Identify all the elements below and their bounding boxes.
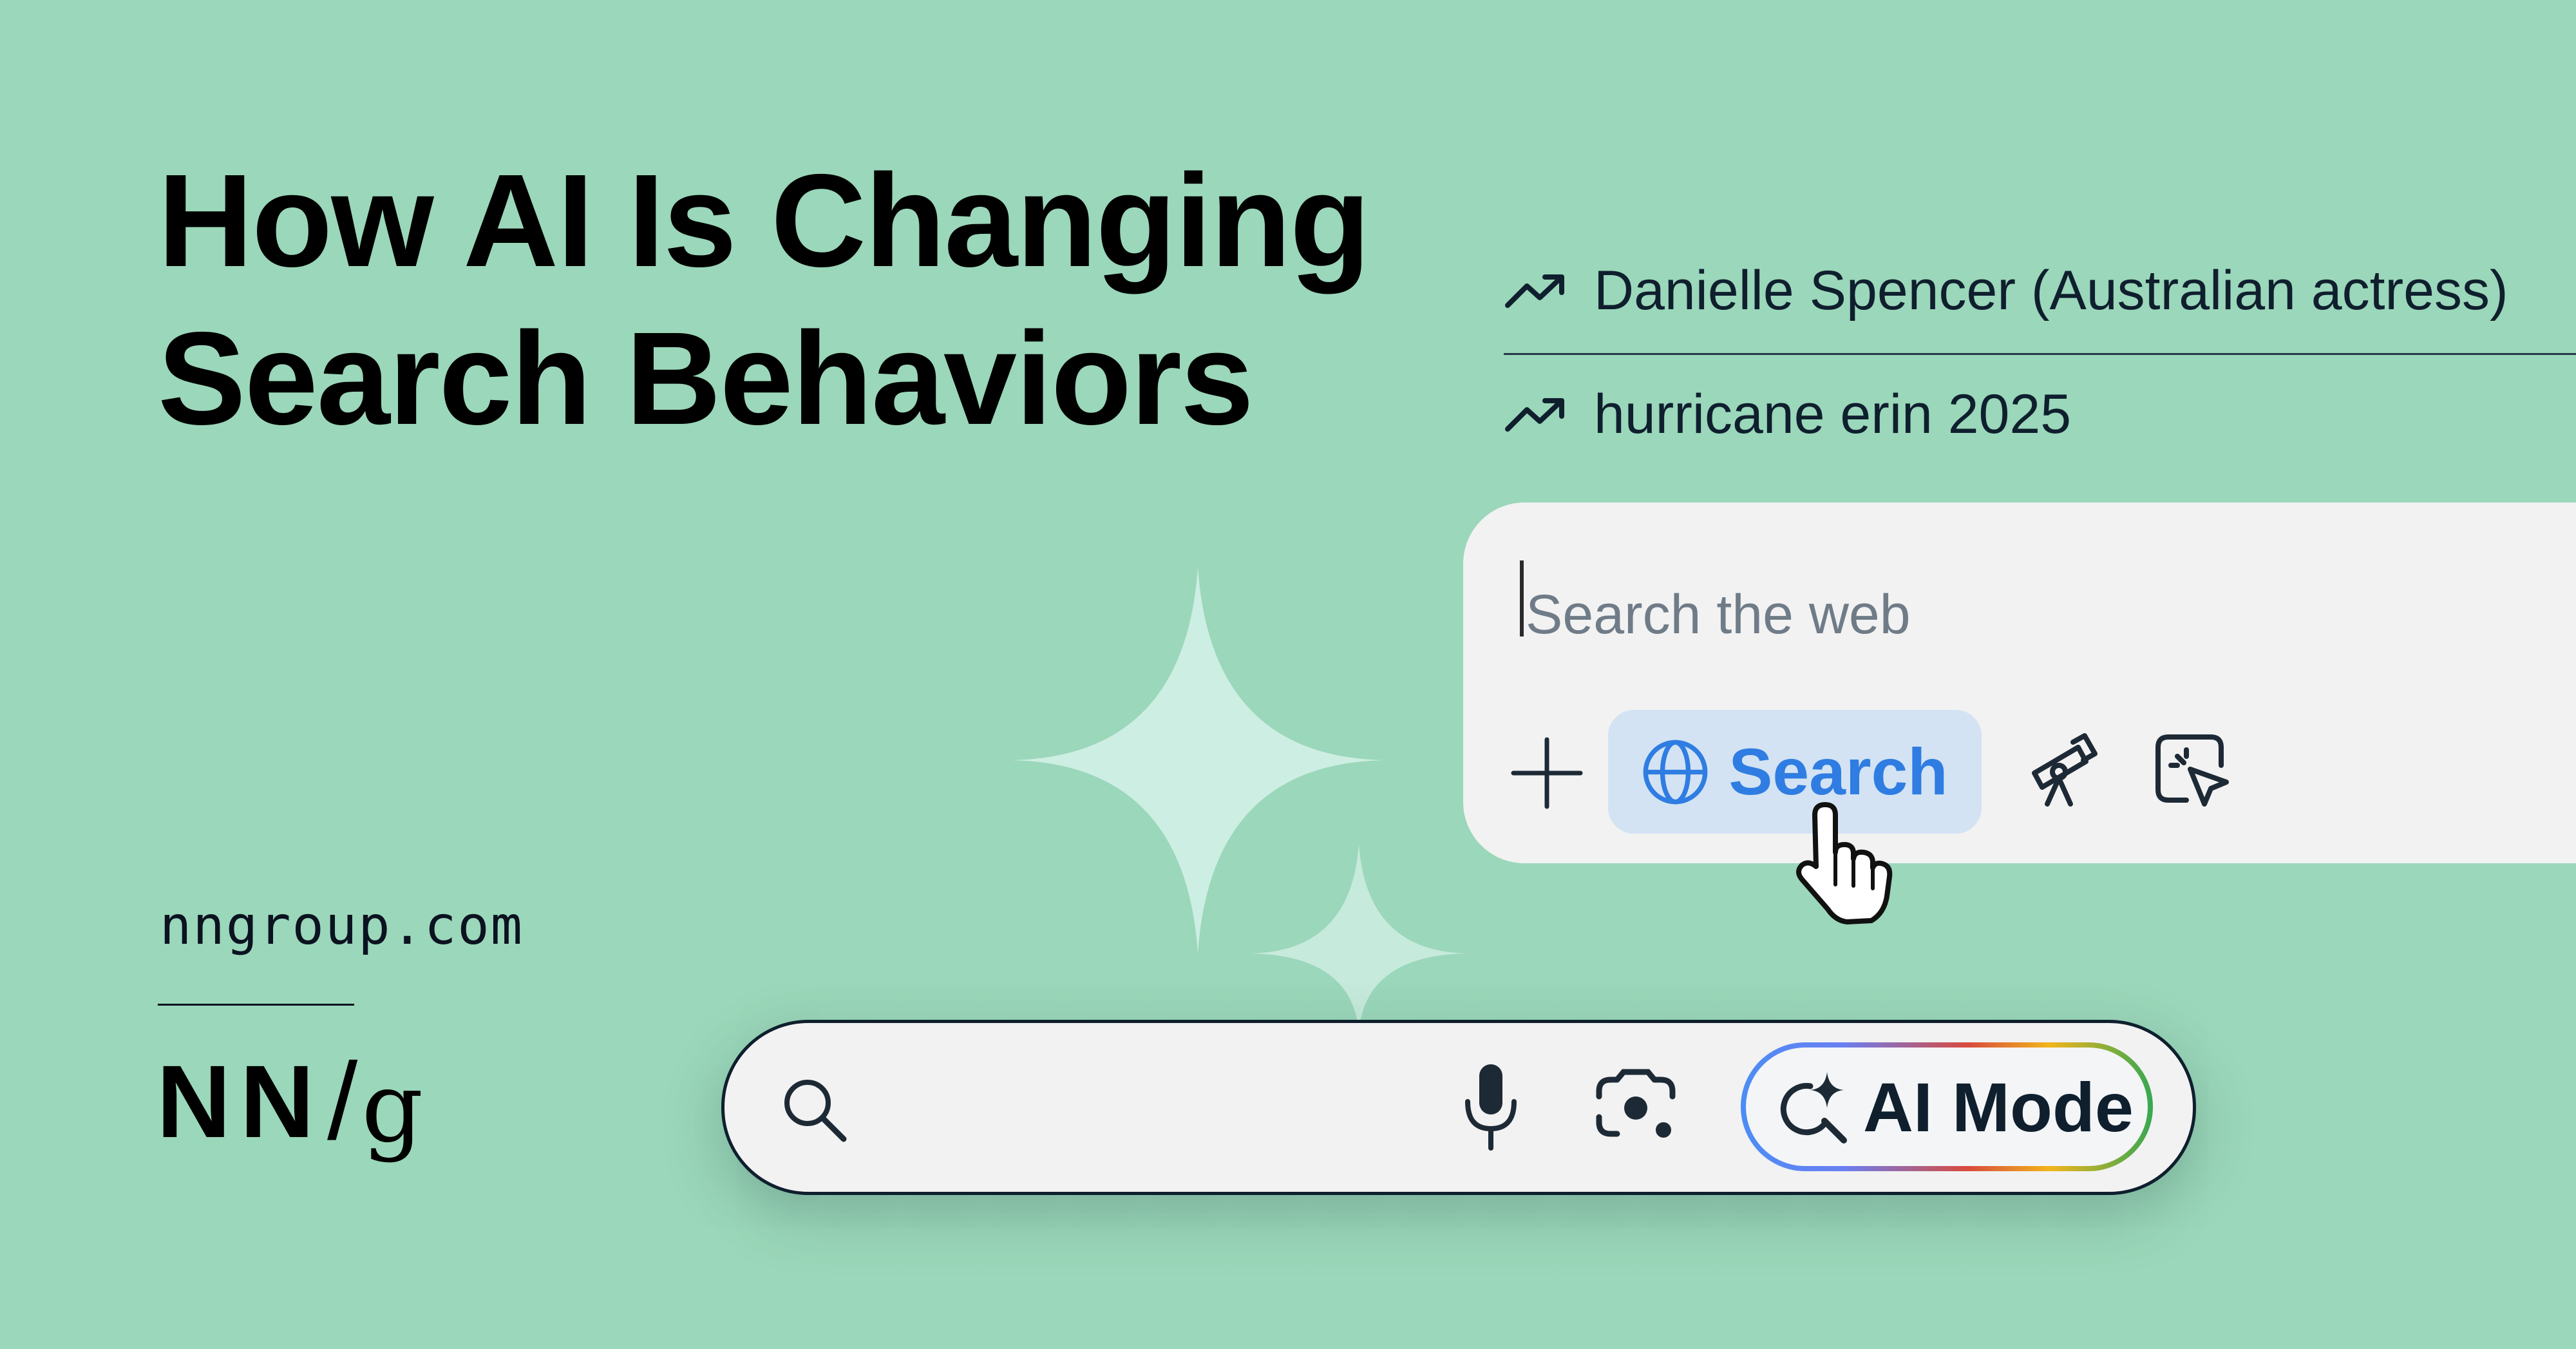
brand-divider [158, 1004, 354, 1006]
site-url: nngroup.com [160, 895, 524, 957]
cursor-select-icon[interactable] [2149, 728, 2233, 812]
camera-lens-icon[interactable] [1594, 1068, 1678, 1145]
google-search-bar[interactable]: AI Mode [721, 1020, 2196, 1195]
globe-icon [1643, 740, 1708, 804]
hand-pointer-icon [1796, 802, 1893, 924]
trending-up-icon [1505, 398, 1564, 432]
suggestion-label: hurricane erin 2025 [1594, 383, 2072, 445]
search-panel: Search [1463, 502, 2576, 863]
telescope-icon[interactable] [2020, 728, 2104, 812]
search-web-input[interactable] [1524, 566, 2493, 664]
suggestion-item[interactable]: Danielle Spencer (Australian actress) [1504, 229, 2576, 352]
suggestion-label: Danielle Spencer (Australian actress) [1594, 259, 2508, 321]
title-line-2: Search Behaviors [158, 305, 1254, 452]
plus-icon[interactable] [1508, 734, 1586, 812]
small-sparkle [1249, 844, 1468, 1031]
logo-g: g [361, 1052, 424, 1164]
text-caret [1520, 560, 1524, 636]
sparkle-decoration [1011, 567, 1468, 1031]
search-icon[interactable] [779, 1075, 850, 1145]
logo-nn: NN [156, 1044, 324, 1159]
title-line-1: How AI Is Changing [158, 147, 1370, 294]
trending-up-icon [1505, 274, 1564, 308]
suggestion-item[interactable]: hurricane erin 2025 [1504, 353, 2576, 475]
microphone-icon[interactable] [1459, 1062, 1523, 1152]
large-sparkle [1011, 567, 1385, 953]
nng-logo: NN / g [156, 1040, 423, 1164]
page-title: How AI Is Changing Search Behaviors [158, 142, 1370, 457]
ai-mode-button[interactable]: AI Mode [1741, 1042, 2153, 1171]
ai-mode-label: AI Mode [1863, 1067, 2134, 1146]
ai-search-sparkle-icon [1780, 1072, 1847, 1143]
logo-slash: / [327, 1040, 358, 1163]
search-mode-label: Search [1728, 734, 1948, 808]
